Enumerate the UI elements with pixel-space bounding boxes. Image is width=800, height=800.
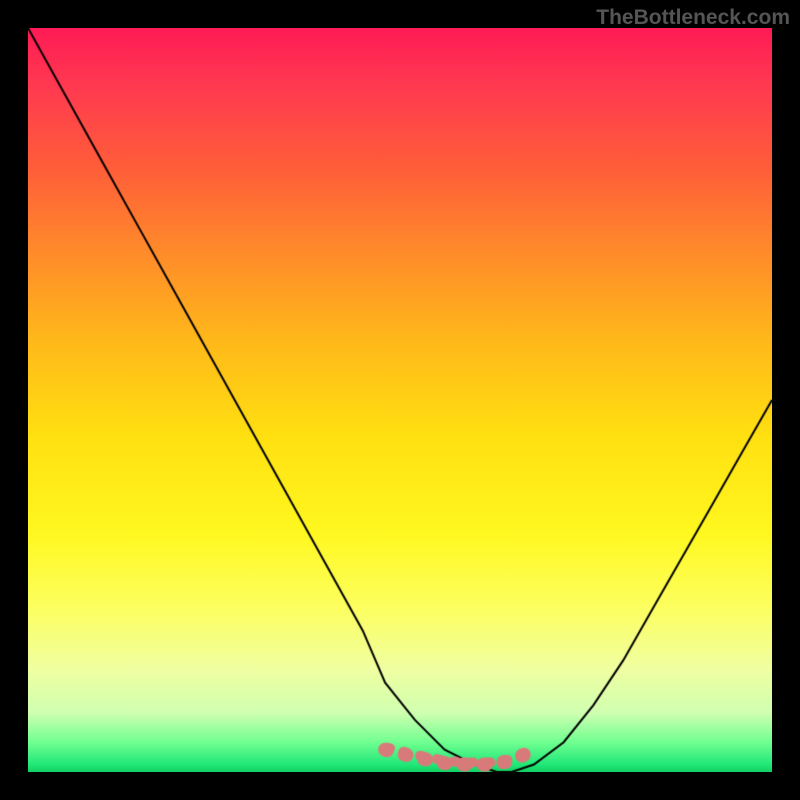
chart-plot-area <box>28 28 772 772</box>
watermark-text: TheBottleneck.com <box>596 6 790 30</box>
chart-canvas <box>28 28 772 772</box>
